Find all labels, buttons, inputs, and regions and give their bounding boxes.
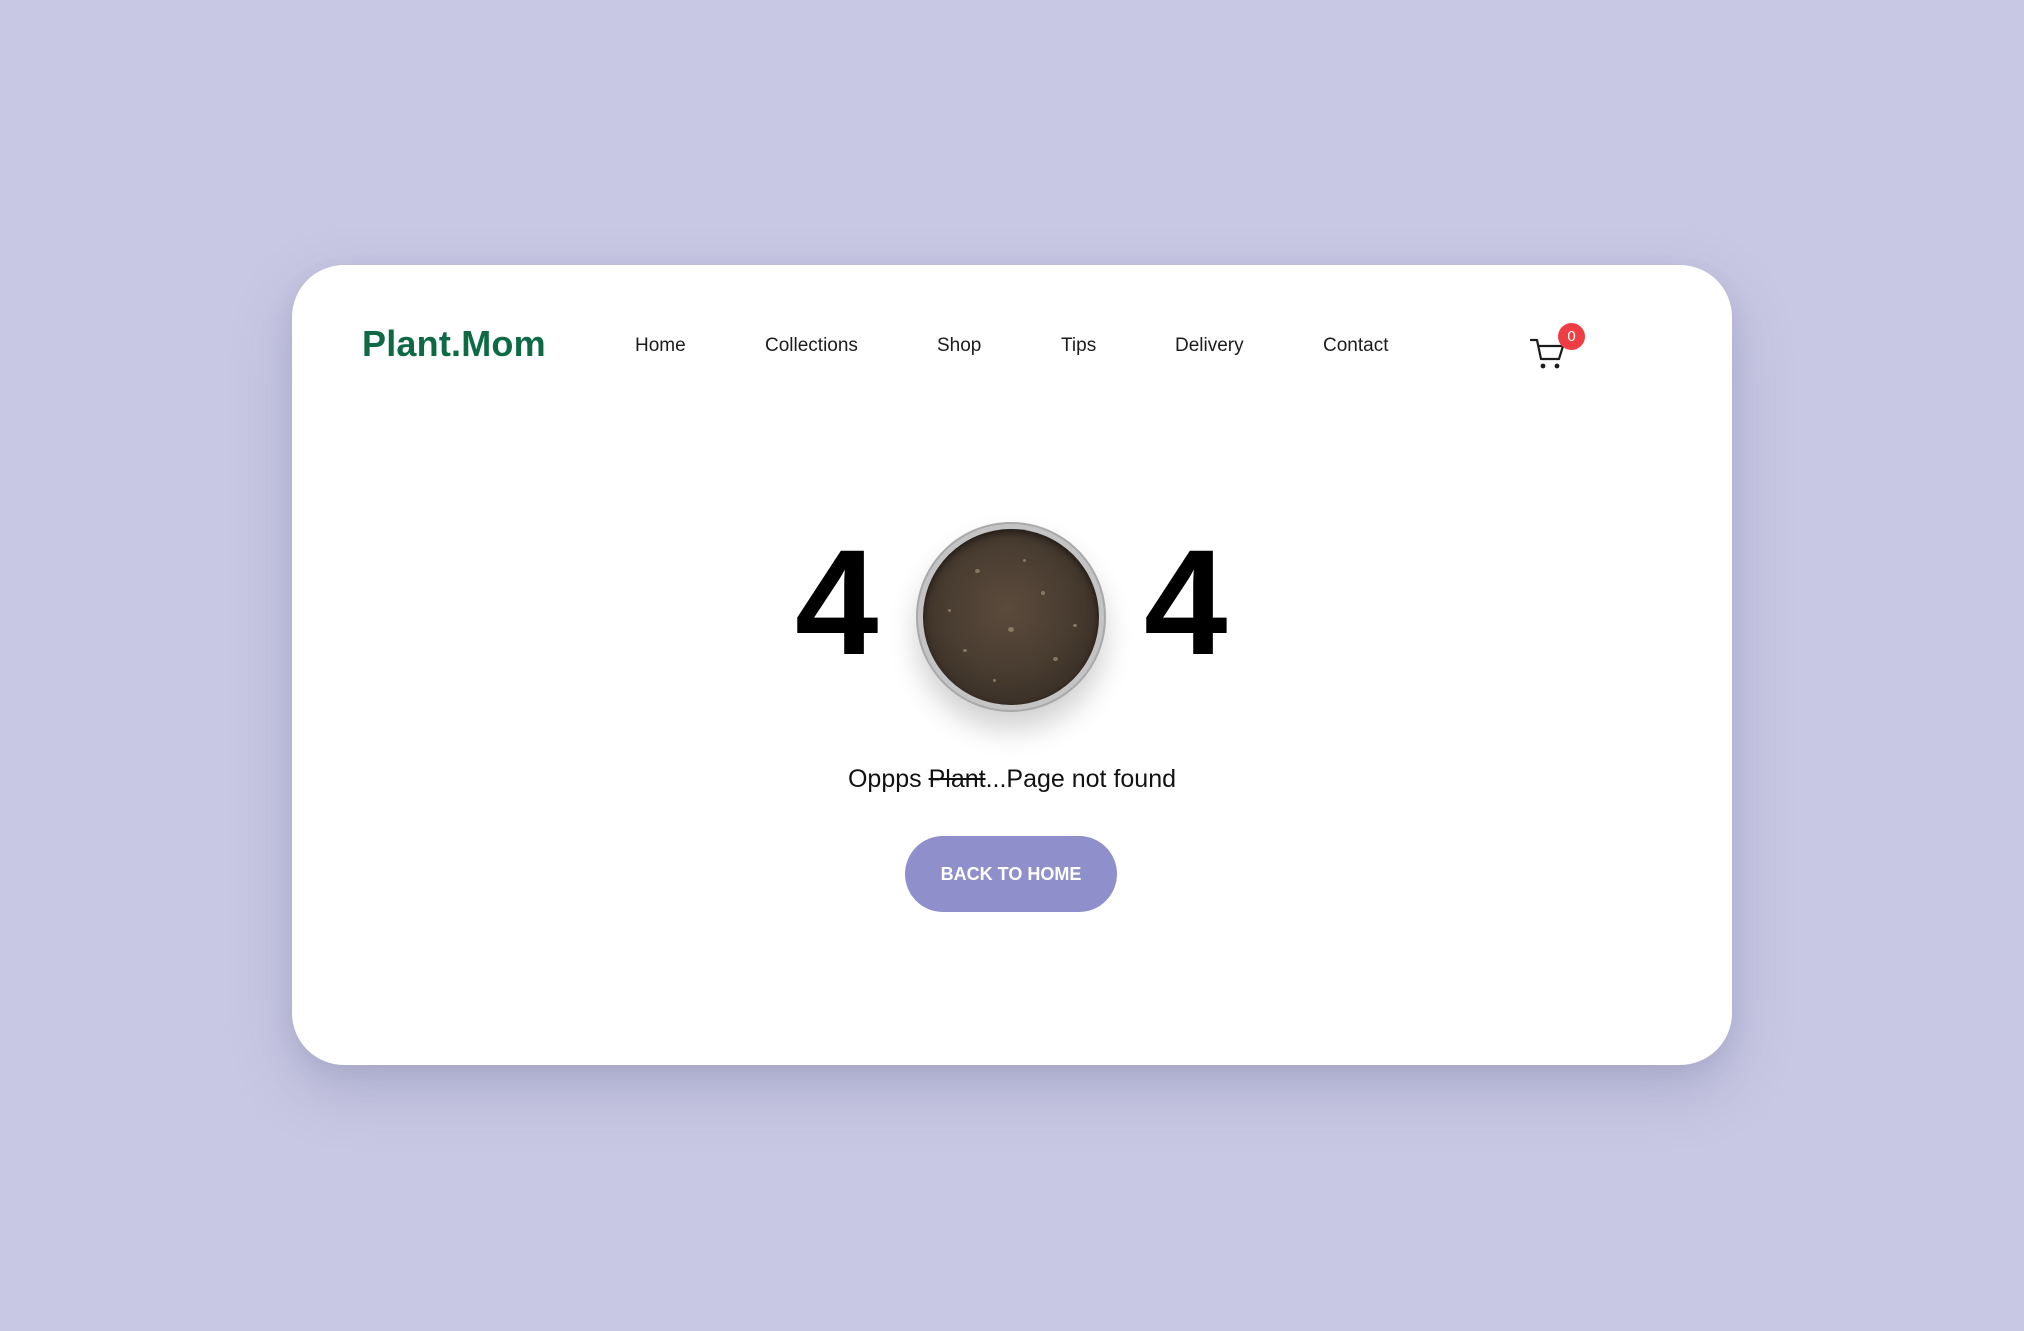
nav-collections[interactable]: Collections	[765, 335, 858, 357]
error-message-struck-word: Plant	[928, 765, 986, 793]
nav-contact[interactable]: Contact	[1323, 335, 1388, 357]
soil-surface	[923, 529, 1099, 705]
error-message-prefix: Oppps	[847, 765, 929, 793]
error-digit-right: 4	[1144, 518, 1228, 686]
back-to-home-button[interactable]: BACK TO HOME	[905, 836, 1117, 912]
error-message-suffix: ...Page not found	[985, 765, 1177, 793]
error-message: Oppps Plant...Page not found	[292, 765, 1732, 794]
page-card: Plant.Mom Home Collections Shop Tips Del…	[292, 265, 1732, 1065]
nav-delivery[interactable]: Delivery	[1175, 335, 1244, 357]
nav-home[interactable]: Home	[635, 335, 686, 357]
brand-logo[interactable]: Plant.Mom	[362, 323, 546, 365]
nav-shop[interactable]: Shop	[937, 335, 981, 357]
cart-button[interactable]: 0	[1530, 323, 1585, 371]
cart-count-badge: 0	[1558, 323, 1585, 350]
nav-tips[interactable]: Tips	[1061, 335, 1096, 357]
error-digit-left: 4	[795, 518, 879, 686]
soil-pot-image	[916, 522, 1106, 712]
